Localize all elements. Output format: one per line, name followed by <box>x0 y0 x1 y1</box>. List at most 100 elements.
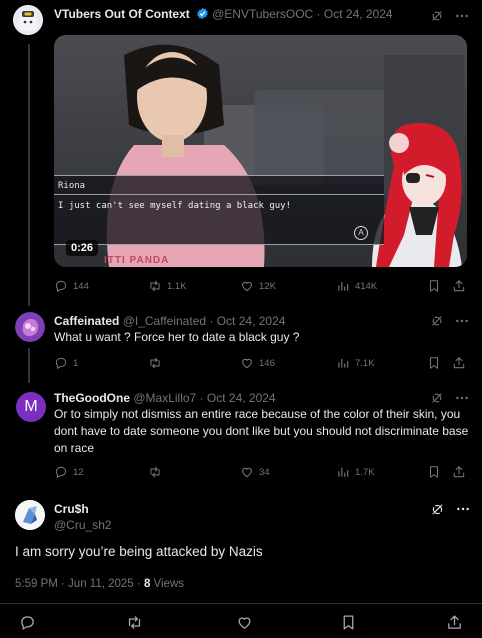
meta-separator: · <box>313 7 324 21</box>
author-handle[interactable]: @ENVTubersOOC <box>212 7 313 21</box>
thread-line <box>28 44 30 306</box>
bookmark-icon <box>427 279 441 293</box>
bookmark-button[interactable] <box>427 279 441 293</box>
author-name[interactable]: TheGoodOne <box>54 391 130 405</box>
grok-icon[interactable] <box>430 9 444 23</box>
reply-button[interactable]: 12 <box>54 465 84 479</box>
repost-icon <box>126 614 143 631</box>
author-handle[interactable]: @Cru_sh2 <box>54 518 112 532</box>
main-post-handle-row: @Cru_sh2 <box>54 518 112 532</box>
caffeinated-avatar-icon <box>15 312 45 342</box>
bookmark-icon <box>427 465 441 479</box>
avatar[interactable] <box>15 312 45 342</box>
author-name[interactable]: Cru$h <box>54 502 89 516</box>
tweet-actions: 1 146 7.1K <box>54 356 467 374</box>
repost-button[interactable] <box>148 356 167 370</box>
share-icon <box>446 614 463 631</box>
bookmark-button[interactable] <box>427 465 441 479</box>
repost-count: 1.1K <box>167 280 187 292</box>
verified-badge-icon[interactable] <box>196 7 209 20</box>
views-icon <box>336 356 350 370</box>
tweet-corner-actions <box>430 390 470 406</box>
tweet-corner-actions <box>430 313 470 329</box>
more-options-icon[interactable] <box>454 390 470 406</box>
dialogue-box: Riona I just can't see myself dating a b… <box>54 175 384 245</box>
view-count: 7.1K <box>355 357 375 369</box>
author-handle[interactable]: @MaxLillo7 <box>133 391 196 405</box>
author-name[interactable]: VTubers Out Of Context <box>54 7 190 21</box>
repost-button[interactable] <box>148 465 167 479</box>
shirt-print: ITTI PANDA <box>104 255 170 266</box>
avatar[interactable] <box>15 500 45 530</box>
post-timestamp[interactable]: 5:59 PM · Jun 11, 2025 <box>15 578 134 590</box>
meta-separator: · <box>206 314 217 328</box>
tweet-date[interactable]: Oct 24, 2024 <box>207 391 276 405</box>
like-button[interactable]: 34 <box>240 465 270 479</box>
like-icon <box>240 279 254 293</box>
dialogue-speaker: Riona <box>58 181 86 191</box>
like-count: 12K <box>259 280 276 292</box>
tweet-header: Caffeinated @I_Caffeinated · Oct 24, 202… <box>54 314 285 328</box>
grok-icon[interactable] <box>430 391 444 405</box>
repost-icon <box>148 356 162 370</box>
repost-button[interactable] <box>126 614 143 631</box>
video-player[interactable]: Riona I just can't see myself dating a b… <box>54 35 467 267</box>
tweet-date[interactable]: Oct 24, 2024 <box>217 314 286 328</box>
share-button[interactable] <box>452 279 466 293</box>
avatar[interactable]: M <box>16 392 46 422</box>
tweet-actions: 12 34 1.7K <box>54 465 467 483</box>
grok-icon[interactable] <box>430 314 444 328</box>
repost-icon <box>148 279 162 293</box>
reply-count: 1 <box>73 357 79 369</box>
views-icon <box>336 279 350 293</box>
share-button[interactable] <box>452 465 466 479</box>
avatar-letter: M <box>24 398 38 415</box>
like-count: 34 <box>259 466 270 478</box>
like-icon <box>236 614 253 631</box>
bookmark-button[interactable] <box>427 356 441 370</box>
more-options-icon[interactable] <box>455 501 471 517</box>
share-button[interactable] <box>446 614 463 631</box>
divider <box>0 603 482 604</box>
tweet-date[interactable]: Oct 24, 2024 <box>324 7 393 21</box>
share-button[interactable] <box>452 356 466 370</box>
reply-button[interactable]: 144 <box>54 279 89 293</box>
main-post-header: Cru$h <box>54 502 89 516</box>
meta-separator: · <box>133 578 144 590</box>
tweet-text: Or to simply not dismiss an entire race … <box>54 407 469 455</box>
like-button[interactable]: 12K <box>240 279 276 293</box>
avatar[interactable] <box>13 5 43 35</box>
like-icon <box>240 465 254 479</box>
main-post-text: I am sorry you’re being attacked by Nazi… <box>15 544 263 559</box>
reply-button[interactable]: 1 <box>54 356 78 370</box>
author-name[interactable]: Caffeinated <box>54 314 119 328</box>
dialogue-a-button-icon: A <box>354 226 368 240</box>
reply-button[interactable] <box>19 614 36 631</box>
more-options-icon[interactable] <box>454 8 470 24</box>
more-options-icon[interactable] <box>454 313 470 329</box>
views-button[interactable]: 7.1K <box>336 356 375 370</box>
tweet-header: TheGoodOne @MaxLillo7 · Oct 24, 2024 <box>54 391 276 405</box>
like-button[interactable]: 146 <box>240 356 275 370</box>
like-count: 146 <box>259 357 275 369</box>
bookmark-button[interactable] <box>340 614 357 631</box>
views-button[interactable]: 414K <box>336 279 377 293</box>
tweet-text: What u want ? Force her to date a black … <box>54 330 300 344</box>
reply-count: 12 <box>73 466 84 478</box>
views-button[interactable]: 1.7K <box>336 465 375 479</box>
views-icon <box>336 465 350 479</box>
dialogue-subtitle: I just can't see myself dating a black g… <box>58 201 291 211</box>
view-count: 414K <box>355 280 378 292</box>
grok-icon[interactable] <box>430 502 445 517</box>
tweet-corner-actions <box>430 501 471 517</box>
author-handle[interactable]: @I_Caffeinated <box>123 314 206 328</box>
bookmark-icon <box>427 356 441 370</box>
share-icon <box>452 356 466 370</box>
meta-separator: · <box>196 391 207 405</box>
views-count: 8 <box>143 578 151 590</box>
repost-icon <box>148 465 162 479</box>
like-button[interactable] <box>236 614 253 631</box>
reply-icon <box>54 279 68 293</box>
video-duration: 0:26 <box>66 240 99 256</box>
repost-button[interactable]: 1.1K <box>148 279 187 293</box>
